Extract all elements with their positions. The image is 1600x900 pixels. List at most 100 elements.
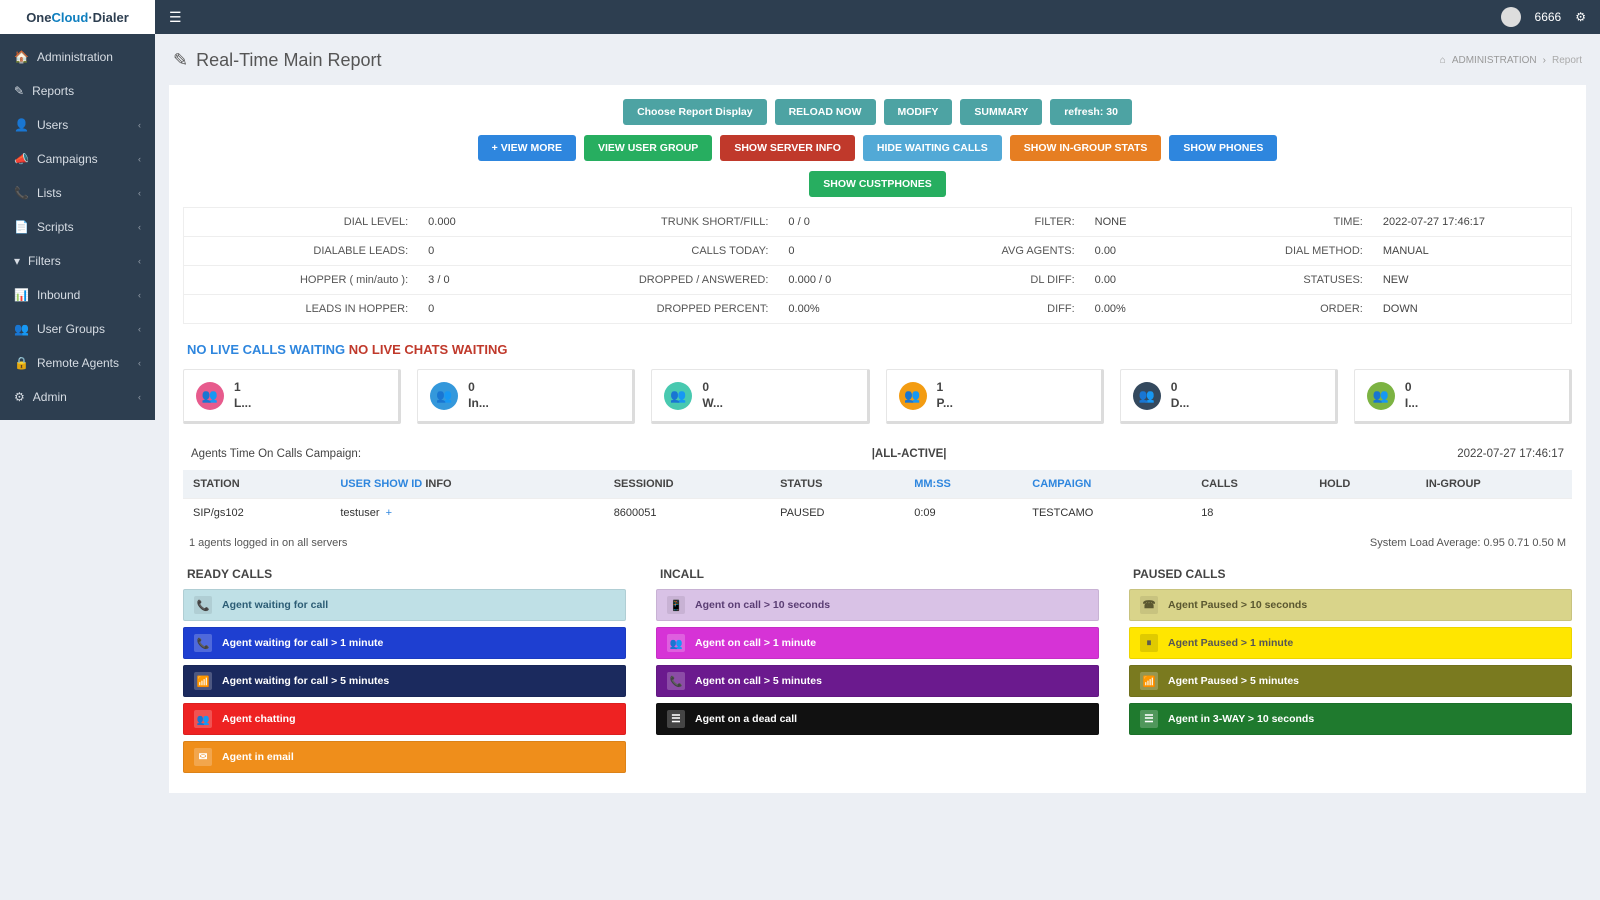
stat-value: NEW: [1373, 265, 1571, 294]
legend-label: Agent waiting for call: [222, 599, 328, 611]
button-view-user-group[interactable]: VIEW USER GROUP: [584, 135, 712, 161]
sidebar-item-label: Campaigns: [37, 152, 98, 166]
users-icon: 👥: [667, 634, 685, 652]
stat-label: DL DIFF:: [905, 265, 1085, 294]
content-header: ✎ Real-Time Main Report ⌂ ADMINISTRATION…: [169, 40, 1586, 81]
th-user: USER SHOW ID INFO: [330, 470, 603, 499]
stat-label: FILTER:: [905, 208, 1085, 236]
stat-value: 0.00: [1085, 265, 1193, 294]
pause-icon: ⏸: [1140, 634, 1158, 652]
tile-icon: 👥: [196, 382, 224, 410]
crumb-report: Report: [1552, 55, 1582, 66]
tile-icon: 👥: [1367, 382, 1395, 410]
share-icon[interactable]: ⚙: [1575, 10, 1586, 24]
stat-label: STATUSES:: [1193, 265, 1373, 294]
legend-label: Agent on call > 1 minute: [695, 637, 816, 649]
summary-tile[interactable]: 👥0W...: [651, 369, 869, 424]
button-show-custphones[interactable]: SHOW CUSTPHONES: [809, 171, 946, 197]
button-show-phones[interactable]: SHOW PHONES: [1169, 135, 1277, 161]
legend-label: Agent Paused > 1 minute: [1168, 637, 1293, 649]
button-show-server-info[interactable]: SHOW SERVER INFO: [720, 135, 855, 161]
chart-icon: 📊: [14, 288, 29, 302]
stat-label: AVG AGENTS:: [905, 236, 1085, 265]
stat-label: TRUNK SHORT/FILL:: [544, 208, 778, 236]
stat-value: 0.00: [1085, 236, 1193, 265]
stat-value: 0 / 0: [778, 208, 904, 236]
sidebar-item-scripts[interactable]: 📄Scripts‹: [0, 210, 155, 244]
summary-tile[interactable]: 👥 1P...: [886, 369, 1104, 424]
button-modify[interactable]: MODIFY: [884, 99, 953, 125]
user-id[interactable]: 6666: [1535, 10, 1562, 24]
stat-value: MANUAL: [1373, 236, 1571, 265]
summary-tile[interactable]: 👥0In...: [417, 369, 635, 424]
sidebar-item-remote-agents[interactable]: 🔒Remote Agents‹: [0, 346, 155, 380]
no-live-chats: NO LIVE CHATS WAITING: [349, 342, 508, 357]
th-status: STATUS: [770, 470, 904, 499]
sidebar-item-lists[interactable]: 📞Lists‹: [0, 176, 155, 210]
button-hide-waiting-calls[interactable]: HIDE WAITING CALLS: [863, 135, 1002, 161]
legend-label: Agent in email: [222, 751, 294, 763]
legend-label: Agent Paused > 10 seconds: [1168, 599, 1307, 611]
button-refresh-30[interactable]: refresh: 30: [1050, 99, 1132, 125]
summary-tile[interactable]: 👥0D...: [1120, 369, 1338, 424]
legend-item: 👥 Agent on call > 1 minute: [656, 627, 1099, 659]
table-row[interactable]: SIP/gs102testuser +8600051PAUSED0:09TEST…: [183, 499, 1572, 528]
bullhorn-icon: 📣: [14, 152, 29, 166]
tile-icon: 👥: [899, 382, 927, 410]
legend-item: 📞Agent waiting for call > 1 minute: [183, 627, 626, 659]
crumb-administration[interactable]: ADMINISTRATION: [1452, 55, 1537, 66]
main-card: Choose Report Display RELOAD NOW MODIFY SUM…: [169, 85, 1586, 793]
button-summary[interactable]: SUMMARY: [960, 99, 1042, 125]
tile-text: 0D...: [1171, 380, 1190, 411]
tile-text: 1P...: [937, 380, 953, 411]
phone-square-icon: ☎: [1140, 596, 1158, 614]
stat-label: DIAL METHOD:: [1193, 236, 1373, 265]
sidebar-item-label: Administration: [37, 50, 113, 64]
sidebar-item-administration[interactable]: 🏠Administration: [0, 40, 155, 74]
chevron-left-icon: ‹: [138, 256, 141, 266]
button-reload-now[interactable]: RELOAD NOW: [775, 99, 876, 125]
sidebar-item-reports[interactable]: ✎Reports: [0, 74, 155, 108]
filter-icon: ▾: [14, 254, 20, 268]
button--view-more[interactable]: + VIEW MORE: [478, 135, 576, 161]
th-ingroup: IN-GROUP: [1416, 470, 1572, 499]
button-row-2: + VIEW MORE VIEW USER GROUP SHOW SERVER IN…: [183, 135, 1572, 161]
sidebar-item-filters[interactable]: ▾Filters‹: [0, 244, 155, 278]
legend-item: 📱Agent on call > 10 seconds: [656, 589, 1099, 621]
list-icon: ☰: [667, 710, 685, 728]
button-choose-report-display[interactable]: Choose Report Display: [623, 99, 767, 125]
stat-label: ORDER:: [1193, 294, 1373, 323]
summary-tile[interactable]: 👥 1L...: [183, 369, 401, 424]
legend-paused: PAUSED CALLS ☎Agent Paused > 10 seconds⏸…: [1129, 567, 1572, 779]
legend-label: Agent on call > 5 minutes: [695, 675, 822, 687]
phone-icon: 📞: [194, 634, 212, 652]
sidebar-item-admin[interactable]: ⚙Admin‹: [0, 380, 155, 414]
legend-label: Agent on a dead call: [695, 713, 797, 725]
hamburger-icon[interactable]: ☰: [169, 9, 182, 26]
sidebar-item-inbound[interactable]: 📊Inbound‹: [0, 278, 155, 312]
cell-campaign: TESTCAMO: [1022, 499, 1191, 528]
brand-one: One: [26, 10, 51, 25]
lock-icon: 🔒: [14, 356, 29, 370]
legend-item: ☎ Agent Paused > 10 seconds: [1129, 589, 1572, 621]
button-show-in-group-stats[interactable]: SHOW IN-GROUP STATS: [1010, 135, 1162, 161]
avatar[interactable]: [1501, 7, 1521, 27]
summary-tile[interactable]: 👥0I...: [1354, 369, 1572, 424]
envelope-icon: ✉: [194, 748, 212, 766]
th-station: STATION: [183, 470, 330, 499]
left-column: OneCloud·Dialer 🏠Administration✎Reports👤…: [0, 0, 155, 900]
stat-value: 0: [418, 294, 544, 323]
user-plus-link[interactable]: +: [386, 507, 392, 519]
sidebar-item-user-groups[interactable]: 👥User Groups‹: [0, 312, 155, 346]
tile-text: 1L...: [234, 380, 251, 411]
edit-icon: ✎: [173, 50, 188, 71]
cell-station: SIP/gs102: [183, 499, 330, 528]
legend-item: ⏸ Agent Paused > 1 minute: [1129, 627, 1572, 659]
stat-label: TIME:: [1193, 208, 1373, 236]
sidebar-item-campaigns[interactable]: 📣 Campaigns ‹: [0, 142, 155, 176]
campaign-left: Agents Time On Calls Campaign:: [191, 448, 361, 460]
legend-item: 📞Agent waiting for call: [183, 589, 626, 621]
th-mmss: MM:SS: [904, 470, 1022, 499]
chevron-left-icon: ‹: [138, 154, 141, 164]
sidebar-item-users[interactable]: 👤Users‹: [0, 108, 155, 142]
